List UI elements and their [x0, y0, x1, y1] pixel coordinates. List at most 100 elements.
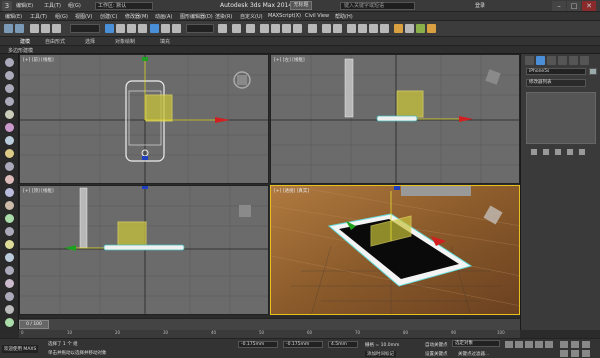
auto-key-toggle[interactable]: 自动关键点 [425, 342, 448, 348]
modifier-list-select[interactable]: 修改器列表 [526, 79, 586, 87]
prev-frame-icon[interactable] [515, 341, 523, 348]
close-icon[interactable]: ✕ [582, 1, 596, 11]
snaps-toggle-icon[interactable] [260, 24, 269, 33]
menu-civil-view[interactable]: Civil View [305, 13, 329, 19]
select-by-name-icon[interactable] [116, 24, 125, 33]
menu-rendering[interactable]: 渲染(R) [215, 13, 232, 20]
left-tool-icon-7[interactable] [5, 136, 14, 145]
select-scale-icon[interactable] [172, 24, 181, 33]
set-key-toggle[interactable]: 设置关键点 [425, 351, 448, 357]
time-slider-handle[interactable]: 0 / 100 [19, 320, 49, 329]
left-tool-icon-13[interactable] [5, 214, 14, 223]
left-tool-icon-9[interactable] [5, 162, 14, 171]
layer-manager-icon[interactable] [347, 24, 356, 33]
select-object-icon[interactable] [105, 24, 114, 33]
align-icon[interactable] [333, 24, 342, 33]
maximize-icon[interactable]: □ [567, 1, 581, 11]
maximize-viewport-icon[interactable] [582, 350, 590, 357]
menu-customize[interactable]: 自定义(U) [240, 13, 263, 20]
display-tab-icon[interactable] [569, 56, 578, 65]
menu-help[interactable]: 帮助(H) [335, 13, 353, 20]
left-tool-icon-17[interactable] [5, 266, 14, 275]
redo-icon[interactable] [15, 24, 24, 33]
motion-tab-icon[interactable] [558, 56, 567, 65]
viewport-front[interactable]: [+] [前] [线框] [19, 54, 269, 184]
z-coord-field[interactable]: 4.5mm [328, 341, 358, 348]
tab-selection[interactable]: 选择 [85, 38, 95, 45]
viewport-left-label[interactable]: [+] [左] [线框] [274, 57, 305, 63]
create-tab-icon[interactable] [525, 56, 534, 65]
rect-selection-icon[interactable] [127, 24, 136, 33]
left-tool-icon-8[interactable] [5, 149, 14, 158]
viewport-perspective-label[interactable]: [+] [透视] [真实] [274, 188, 309, 194]
make-unique-icon[interactable] [555, 149, 561, 155]
angle-snap-icon[interactable] [271, 24, 280, 33]
viewport-top[interactable]: [+] [顶] [线框] [19, 185, 269, 315]
key-selection-select[interactable]: 选定对象 [452, 340, 500, 347]
goto-start-icon[interactable] [505, 341, 513, 348]
orbit-icon[interactable] [582, 341, 590, 348]
left-tool-icon-20[interactable] [5, 305, 14, 314]
viewport-top-label[interactable]: [+] [顶] [线框] [23, 188, 54, 194]
next-frame-icon[interactable] [535, 341, 543, 348]
zoom-icon[interactable] [560, 341, 568, 348]
pin-stack-icon[interactable] [531, 149, 537, 155]
material-editor-icon[interactable] [394, 24, 403, 33]
menu-maxscript[interactable]: MAXScript(X) [268, 13, 301, 19]
title-menu-group[interactable]: 组(G) [68, 2, 81, 9]
selection-filter-select[interactable] [70, 24, 100, 33]
key-filters-button[interactable]: 关键点过滤器... [458, 351, 489, 357]
app-logo[interactable]: 3 [2, 1, 12, 11]
fov-icon[interactable] [571, 350, 579, 357]
named-selection-icon[interactable] [308, 24, 317, 33]
maxscript-listener[interactable]: 欢迎使用 MAXS [2, 345, 39, 353]
object-name-field[interactable]: iPhone5s [526, 68, 586, 75]
keyboard-shortcut-icon[interactable] [246, 24, 255, 33]
mirror-icon[interactable] [322, 24, 331, 33]
viewport-left[interactable]: [+] [左] [线框] [270, 54, 520, 184]
menu-view[interactable]: 视图(V) [75, 13, 92, 20]
zoom-all-icon[interactable] [560, 350, 568, 357]
left-tool-icon-4[interactable] [5, 97, 14, 106]
add-time-tag[interactable]: 添加时间标记 [365, 351, 396, 357]
menu-edit[interactable]: 编辑(E) [5, 13, 22, 20]
utilities-tab-icon[interactable] [580, 56, 589, 65]
graphite-toggle-icon[interactable] [358, 24, 367, 33]
left-tool-icon-1[interactable] [5, 58, 14, 67]
left-tool-icon-19[interactable] [5, 292, 14, 301]
select-move-icon[interactable] [150, 24, 159, 33]
tab-object-paint[interactable]: 对象绘制 [115, 38, 135, 45]
select-manipulate-icon[interactable] [232, 24, 241, 33]
goto-end-icon[interactable] [545, 341, 553, 348]
percent-snap-icon[interactable] [282, 24, 291, 33]
hierarchy-tab-icon[interactable] [547, 56, 556, 65]
rendered-frame-icon[interactable] [416, 24, 425, 33]
y-coord-field[interactable]: -0.175mm [283, 341, 323, 348]
minimize-icon[interactable]: – [552, 1, 566, 11]
left-tool-icon-3[interactable] [5, 84, 14, 93]
pivot-center-icon[interactable] [218, 24, 227, 33]
render-setup-icon[interactable] [405, 24, 414, 33]
left-tool-icon-16[interactable] [5, 253, 14, 262]
pan-icon[interactable] [571, 341, 579, 348]
configure-sets-icon[interactable] [579, 149, 585, 155]
unlink-icon[interactable] [41, 24, 50, 33]
left-tool-icon-2[interactable] [5, 71, 14, 80]
render-production-icon[interactable] [427, 24, 436, 33]
tab-modeling[interactable]: 建模 [20, 38, 30, 45]
viewport-front-label[interactable]: [+] [前] [线框] [23, 57, 54, 63]
object-color-swatch[interactable] [589, 68, 597, 75]
remove-modifier-icon[interactable] [567, 149, 573, 155]
link-icon[interactable] [30, 24, 39, 33]
play-icon[interactable] [525, 341, 533, 348]
menu-group[interactable]: 组(G) [55, 13, 68, 20]
left-tool-icon-15[interactable] [5, 240, 14, 249]
viewport-perspective[interactable]: [+] [透视] [真实] [270, 185, 520, 315]
menu-create[interactable]: 创建(C) [100, 13, 117, 20]
title-menu-tools[interactable]: 工具(T) [44, 2, 61, 9]
login-link[interactable]: 登录 [475, 2, 485, 9]
bind-space-warp-icon[interactable] [52, 24, 61, 33]
modifier-stack[interactable] [526, 92, 596, 144]
menu-graph-editors[interactable]: 图形编辑器(D) [180, 13, 213, 20]
left-tool-icon-11[interactable] [5, 188, 14, 197]
